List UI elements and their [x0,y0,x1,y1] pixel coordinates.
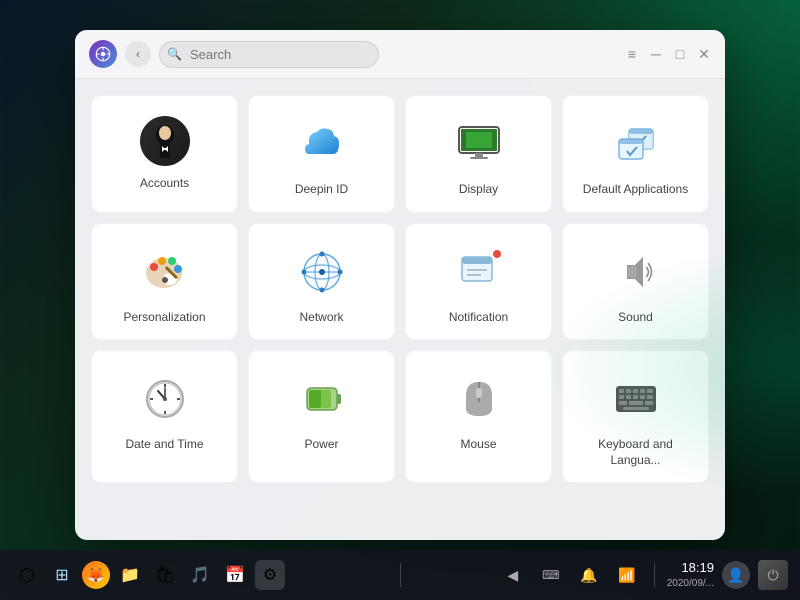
keyboard-label: Keyboard and Langua... [573,437,698,468]
taskbar-appstore[interactable]: 🛍 [150,560,180,590]
taskbar-keyboard-layout[interactable]: ⌨ [536,560,566,590]
sound-label: Sound [618,310,653,326]
taskbar-left: ⬡ ⊞ 🦊 📁 🛍 🎵 📅 ⚙ [12,560,390,590]
search-bar: 🔍 [159,41,379,68]
settings-item-deepin-id[interactable]: Deepin ID [248,95,395,213]
datetime-label: Date and Time [125,437,203,453]
settings-item-datetime[interactable]: Date and Time [91,350,238,483]
taskbar-user-avatar[interactable]: 👤 [722,561,750,589]
taskbar-calendar[interactable]: 📅 [220,560,250,590]
search-icon: 🔍 [167,47,182,61]
taskbar-launcher[interactable]: ⬡ [12,560,42,590]
app-logo [89,40,117,68]
minimize-button[interactable]: ─ [649,47,663,61]
clock-date: 2020/09/... [667,577,714,590]
settings-item-accounts[interactable]: Accounts [91,95,238,213]
taskbar-network-status[interactable]: 📶 [612,560,642,590]
settings-item-power[interactable]: Power [248,350,395,483]
taskbar-prev[interactable]: ◀ [498,560,528,590]
taskbar: ⬡ ⊞ 🦊 📁 🛍 🎵 📅 ⚙ ◀ ⌨ 🔔 📶 18:19 2020/09/..… [0,550,800,600]
taskbar-divider-left [400,563,401,587]
notification-label: Notification [449,310,508,326]
settings-item-personalization[interactable]: Personalization [91,223,238,341]
clock-display[interactable]: 18:19 2020/09/... [667,560,714,590]
taskbar-right: ◀ ⌨ 🔔 📶 18:19 2020/09/... 👤 ⏻ [411,560,789,590]
accounts-icon [140,116,190,166]
search-input[interactable] [159,41,379,68]
taskbar-multitask[interactable]: ⊞ [47,560,77,590]
deepin-id-label: Deepin ID [295,182,348,198]
back-button[interactable]: ‹ [125,41,151,67]
settings-item-keyboard[interactable]: Keyboard and Langua... [562,350,709,483]
datetime-icon [137,371,193,427]
power-label: Power [304,437,338,453]
sound-icon [608,244,664,300]
taskbar-power-btn[interactable]: ⏻ [758,560,788,590]
menu-button[interactable]: ≡ [625,47,639,61]
settings-item-mouse[interactable]: Mouse [405,350,552,483]
keyboard-icon [608,371,664,427]
window-controls: ≡ ─ □ ✕ [625,47,711,61]
mouse-icon [451,371,507,427]
notification-icon [451,244,507,300]
clock-time: 18:19 [667,560,714,577]
title-bar: ‹ 🔍 ≡ ─ □ ✕ [75,30,725,79]
settings-grid: Accounts Deepi [91,95,709,483]
accounts-label: Accounts [140,176,189,192]
taskbar-firefox[interactable]: 🦊 [82,561,110,589]
mouse-label: Mouse [460,437,496,453]
settings-item-default-apps[interactable]: Default Applications [562,95,709,213]
taskbar-notification-bell[interactable]: 🔔 [574,560,604,590]
settings-grid-container: Accounts Deepi [75,79,725,540]
taskbar-music[interactable]: 🎵 [185,560,215,590]
settings-window: ‹ 🔍 ≡ ─ □ ✕ [75,30,725,540]
settings-item-notification[interactable]: Notification [405,223,552,341]
settings-item-network[interactable]: Network [248,223,395,341]
power-icon [294,371,350,427]
default-apps-icon [608,116,664,172]
taskbar-divider-right [654,563,655,587]
network-label: Network [299,310,343,326]
display-icon [451,116,507,172]
close-button[interactable]: ✕ [697,47,711,61]
personalization-label: Personalization [123,310,205,326]
deepin-id-icon [294,116,350,172]
default-apps-label: Default Applications [583,182,688,198]
taskbar-files[interactable]: 📁 [115,560,145,590]
maximize-button[interactable]: □ [673,47,687,61]
personalization-icon [137,244,193,300]
taskbar-settings[interactable]: ⚙ [255,560,285,590]
settings-item-sound[interactable]: Sound [562,223,709,341]
network-icon [294,244,350,300]
display-label: Display [459,182,498,198]
settings-item-display[interactable]: Display [405,95,552,213]
